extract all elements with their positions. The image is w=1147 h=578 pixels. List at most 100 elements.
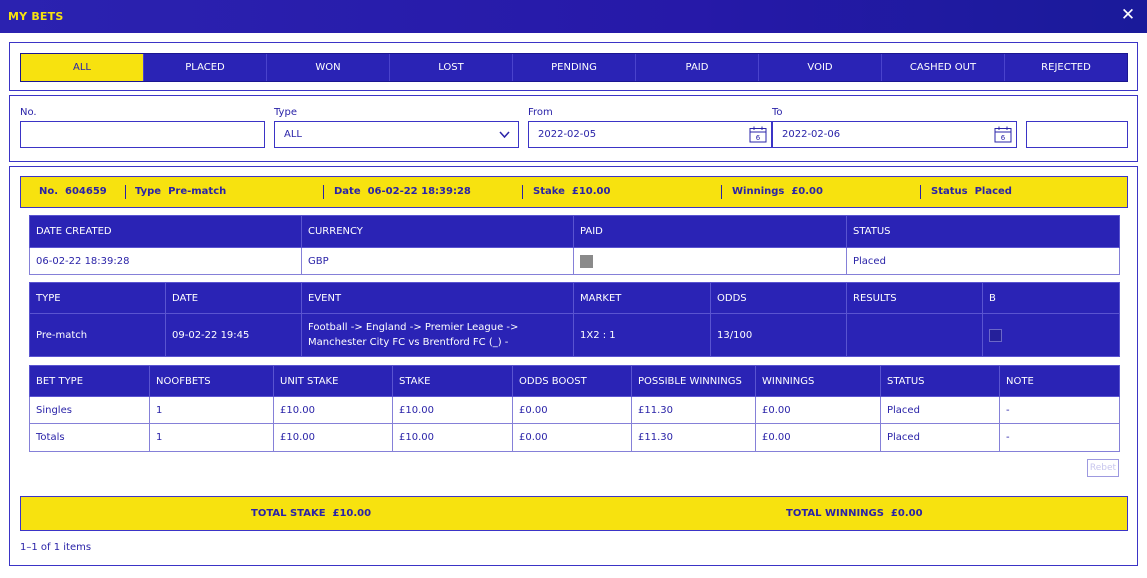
tab-paid[interactable]: PAID [636,54,759,81]
header-odds-boost: ODDS BOOST [512,365,632,397]
bet-type-summary: Type Pre-match [135,186,227,197]
header-stake: STAKE [392,365,513,397]
header-bet-type: BET TYPE [29,365,150,397]
header-odds: ODDS [710,282,847,314]
winnings-cell: £0.00 [755,423,881,452]
to-date-value: 2022-02-06 [782,129,841,140]
odds-boost-cell: £0.00 [512,423,632,452]
table-row: Pre-match 09-02-22 19:45 Football -> Eng… [29,313,1120,357]
bet-date-summary: Date 06-02-22 18:39:28 [334,186,471,197]
from-date-input[interactable]: 2022-02-05 6 [528,121,772,148]
noofbets-cell: 1 [149,396,274,424]
table-row: 06-02-22 18:39:28 GBP Placed [29,247,1120,275]
table-header-row: TYPE DATE EVENT MARKET ODDS RESULTS B [29,282,1120,314]
possible-winnings-cell: £11.30 [631,423,756,452]
from-label: From [528,107,553,118]
calendar-day-text: 6 [756,134,761,142]
selection-results-cell [846,313,983,357]
selection-b-cell [982,313,1120,357]
selection-odds-cell: 13/100 [710,313,847,357]
b-checkbox [989,328,1002,342]
table-row: Totals 1 £10.00 £10.00 £0.00 £11.30 £0.0… [29,423,1120,452]
to-label: To [772,107,783,118]
note-cell: - [999,423,1120,452]
total-winnings: TOTAL WINNINGS £0.00 [786,508,923,519]
date-created-cell: 06-02-22 18:39:28 [29,247,302,275]
header-b: B [982,282,1120,314]
bet-winnings-summary: Winnings £0.00 [732,186,823,197]
filters-panel: No. Type ALL From 2022-02-05 6 To 2022-0… [9,95,1138,162]
rebet-button[interactable]: Rebet [1087,459,1119,477]
tab-void[interactable]: VOID [759,54,882,81]
status-cell: Placed [846,247,1120,275]
header-status: STATUS [880,365,1000,397]
selection-table: TYPE DATE EVENT MARKET ODDS RESULTS B Pr… [29,282,1120,357]
paid-checkbox [580,254,593,268]
calendar-icon[interactable]: 6 [994,126,1012,143]
odds-boost-cell: £0.00 [512,396,632,424]
selection-event-cell: Football -> England -> Premier League ->… [301,313,574,357]
from-date-value: 2022-02-05 [538,129,597,140]
table-header-row: DATE CREATED CURRENCY PAID STATUS [29,215,1120,248]
tab-placed[interactable]: PLACED [144,54,267,81]
paid-cell [573,247,847,275]
calendar-icon[interactable]: 6 [749,126,767,143]
bet-type-cell: Singles [29,396,150,424]
selection-date-cell: 09-02-22 19:45 [165,313,302,357]
header-noofbets: NOOFBETS [149,365,274,397]
stake-cell: £10.00 [392,423,513,452]
header-market: MARKET [573,282,711,314]
close-icon[interactable]: ✕ [1120,6,1136,24]
type-select[interactable]: ALL [274,121,519,148]
title-bar: MY BETS ✕ [0,0,1147,33]
header-note: NOTE [999,365,1120,397]
bet-status-summary: Status Placed [931,186,1012,197]
bet-detail-panel: No. 604659 Type Pre-match Date 06-02-22 … [9,166,1138,566]
noofbets-cell: 1 [149,423,274,452]
tab-rejected[interactable]: REJECTED [1005,54,1127,81]
header-event: EVENT [301,282,574,314]
status-cell: Placed [880,423,1000,452]
type-select-value: ALL [284,129,302,140]
header-date-created: DATE CREATED [29,215,302,248]
header-date: DATE [165,282,302,314]
pagination-info: 1–1 of 1 items [20,542,92,553]
tab-pending[interactable]: PENDING [513,54,636,81]
tab-lost[interactable]: LOST [390,54,513,81]
tab-cashed-out[interactable]: CASHED OUT [882,54,1005,81]
status-cell: Placed [880,396,1000,424]
currency-cell: GBP [301,247,574,275]
bet-info-table: DATE CREATED CURRENCY PAID STATUS 06-02-… [29,215,1120,275]
total-stake: TOTAL STAKE £10.00 [251,508,372,519]
tab-all[interactable]: ALL [21,54,144,81]
header-paid: PAID [573,215,847,248]
bet-number-input[interactable] [20,121,265,148]
totals-bar: TOTAL STAKE £10.00 TOTAL WINNINGS £0.00 [20,496,1128,531]
status-tabs-panel: ALL PLACED WON LOST PENDING PAID VOID CA… [9,42,1138,91]
table-row: Singles 1 £10.00 £10.00 £0.00 £11.30 £0.… [29,396,1120,424]
note-cell: - [999,396,1120,424]
calendar-day-text: 6 [1001,134,1006,142]
to-date-input[interactable]: 2022-02-06 6 [772,121,1017,148]
tab-won[interactable]: WON [267,54,390,81]
header-results: RESULTS [846,282,983,314]
header-possible-winnings: POSSIBLE WINNINGS [631,365,756,397]
header-type: TYPE [29,282,166,314]
stake-cell: £10.00 [392,396,513,424]
type-label: Type [274,107,297,118]
window-title: MY BETS [8,10,64,23]
table-header-row: BET TYPE NOOFBETS UNIT STAKE STAKE ODDS … [29,365,1120,397]
bet-type-cell: Totals [29,423,150,452]
bet-no-summary: No. 604659 [39,186,107,197]
bet-stake-summary: Stake £10.00 [533,186,611,197]
no-label: No. [20,107,37,118]
unit-stake-cell: £10.00 [273,396,393,424]
winnings-cell: £0.00 [755,396,881,424]
bets-breakdown-table: BET TYPE NOOFBETS UNIT STAKE STAKE ODDS … [29,365,1120,452]
chevron-down-icon [499,122,510,156]
extra-filter-input[interactable] [1026,121,1128,148]
status-tabs: ALL PLACED WON LOST PENDING PAID VOID CA… [20,53,1128,82]
header-status: STATUS [846,215,1120,248]
selection-type-cell: Pre-match [29,313,166,357]
header-winnings: WINNINGS [755,365,881,397]
